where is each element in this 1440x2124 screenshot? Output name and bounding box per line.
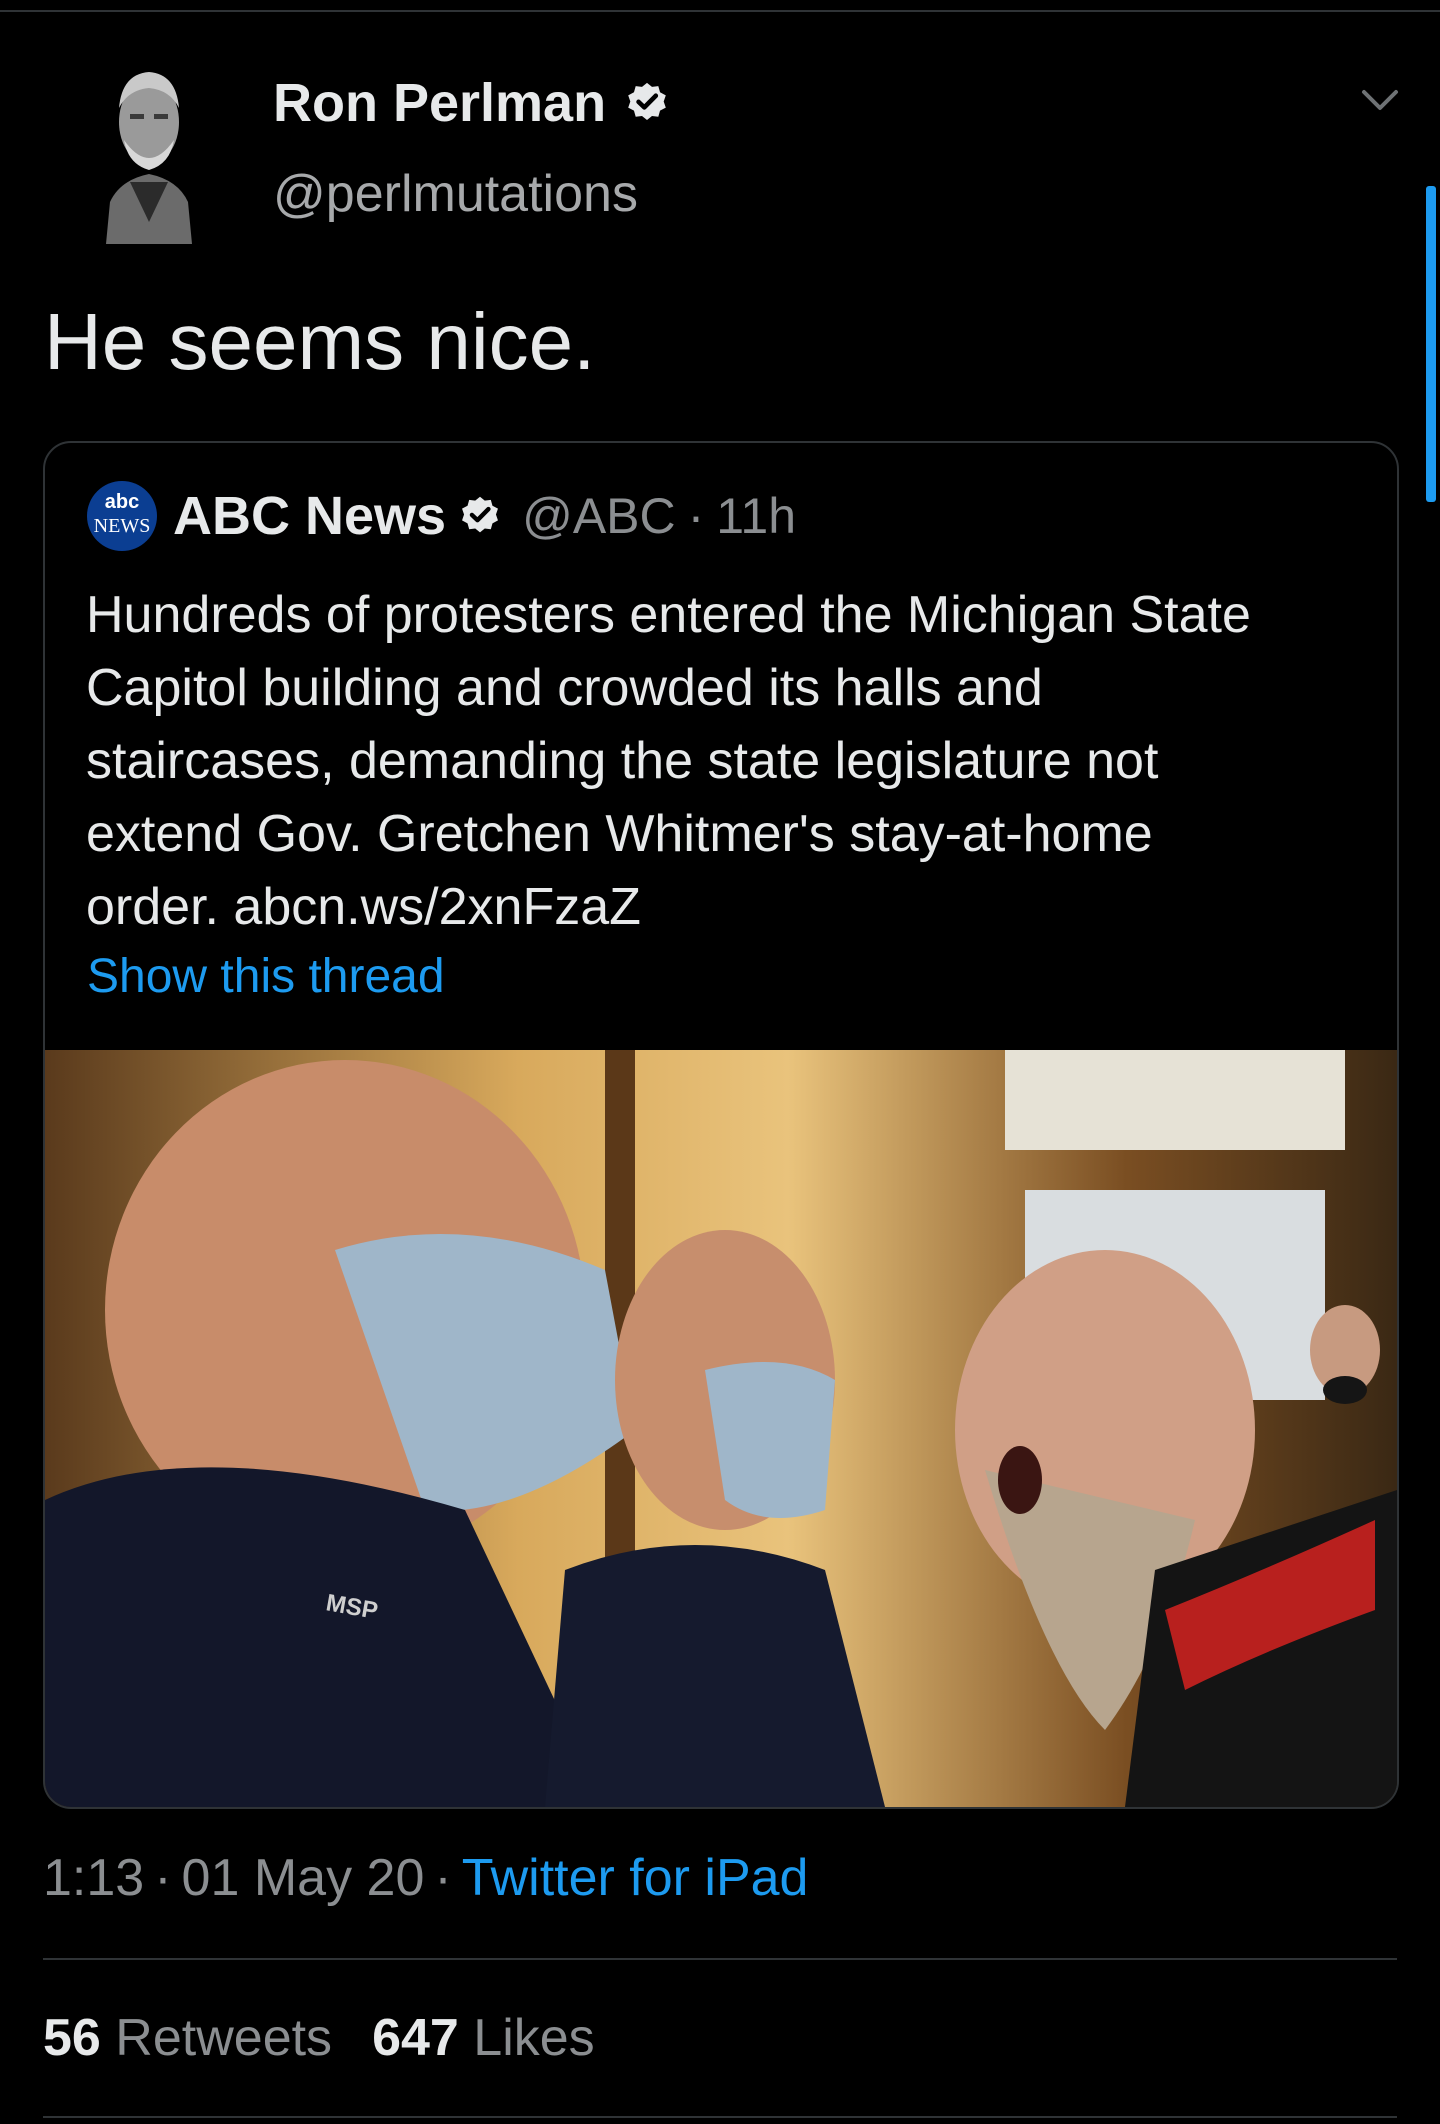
- separator-dot: ·: [434, 1849, 452, 1907]
- quoted-tweet-card[interactable]: abc NEWS ABC News @ABC · 11h Hundreds of…: [43, 441, 1399, 1809]
- chevron-down-icon[interactable]: [1358, 86, 1402, 116]
- quoted-tweet-text: Hundreds of protesters entered the Michi…: [86, 579, 1386, 944]
- quoted-tweet-header: abc NEWS ABC News @ABC · 11h: [87, 481, 796, 551]
- author-display-name[interactable]: Ron Perlman: [273, 72, 670, 134]
- show-thread-link[interactable]: Show this thread: [87, 949, 445, 1004]
- quoted-text-line: Hundreds of protesters entered the Michi…: [86, 586, 1251, 644]
- author-name-text[interactable]: Ron Perlman: [273, 72, 606, 134]
- quoted-timestamp: 11h: [716, 488, 797, 544]
- separator-dot: ·: [154, 1849, 172, 1907]
- retweets-count: 56: [43, 2009, 101, 2067]
- news-logo-text: NEWS: [93, 515, 151, 537]
- separator-dot: ·: [687, 488, 705, 544]
- retweets-stat[interactable]: 56 Retweets: [43, 2009, 332, 2067]
- quoted-text-line: extend Gov. Gretchen Whitmer's stay-at-h…: [86, 805, 1153, 863]
- tweet-date: 01 May 20: [181, 1849, 425, 1907]
- quoted-text-line: order. abcn.ws/2xnFzaZ: [86, 878, 641, 936]
- abc-logo-text: abc: [104, 491, 140, 513]
- tweet-stats: 56 Retweets 647 Likes: [43, 2008, 595, 2068]
- tweet-text: He seems nice.: [44, 297, 596, 386]
- scroll-indicator[interactable]: [1426, 186, 1436, 502]
- top-divider: [0, 10, 1440, 12]
- tweet-source-link[interactable]: Twitter for iPad: [462, 1849, 809, 1907]
- verified-badge-icon: [628, 82, 666, 121]
- quoted-photo[interactable]: MSP: [45, 1050, 1397, 1807]
- abc-news-logo: abc NEWS: [87, 481, 157, 551]
- quoted-text-line: staircases, demanding the state legislat…: [86, 732, 1159, 790]
- retweets-label: Retweets: [115, 2009, 333, 2067]
- likes-label: Likes: [473, 2009, 595, 2067]
- meta-divider: [43, 1958, 1397, 1960]
- quoted-display-name: ABC News: [173, 486, 447, 546]
- tweet-meta: 1:13 · 01 May 20 · Twitter for iPad: [43, 1848, 808, 1908]
- stats-divider: [43, 2116, 1397, 2118]
- author-avatar[interactable]: [100, 52, 198, 244]
- tweet-time: 1:13: [43, 1849, 145, 1907]
- verified-badge-icon: [462, 496, 499, 533]
- author-handle[interactable]: @perlmutations: [273, 164, 638, 224]
- quoted-handle: @ABC: [522, 488, 676, 544]
- quoted-text-line: Capitol building and crowded its halls a…: [86, 659, 1043, 717]
- likes-count: 647: [372, 2009, 459, 2067]
- likes-stat[interactable]: 647 Likes: [372, 2009, 595, 2067]
